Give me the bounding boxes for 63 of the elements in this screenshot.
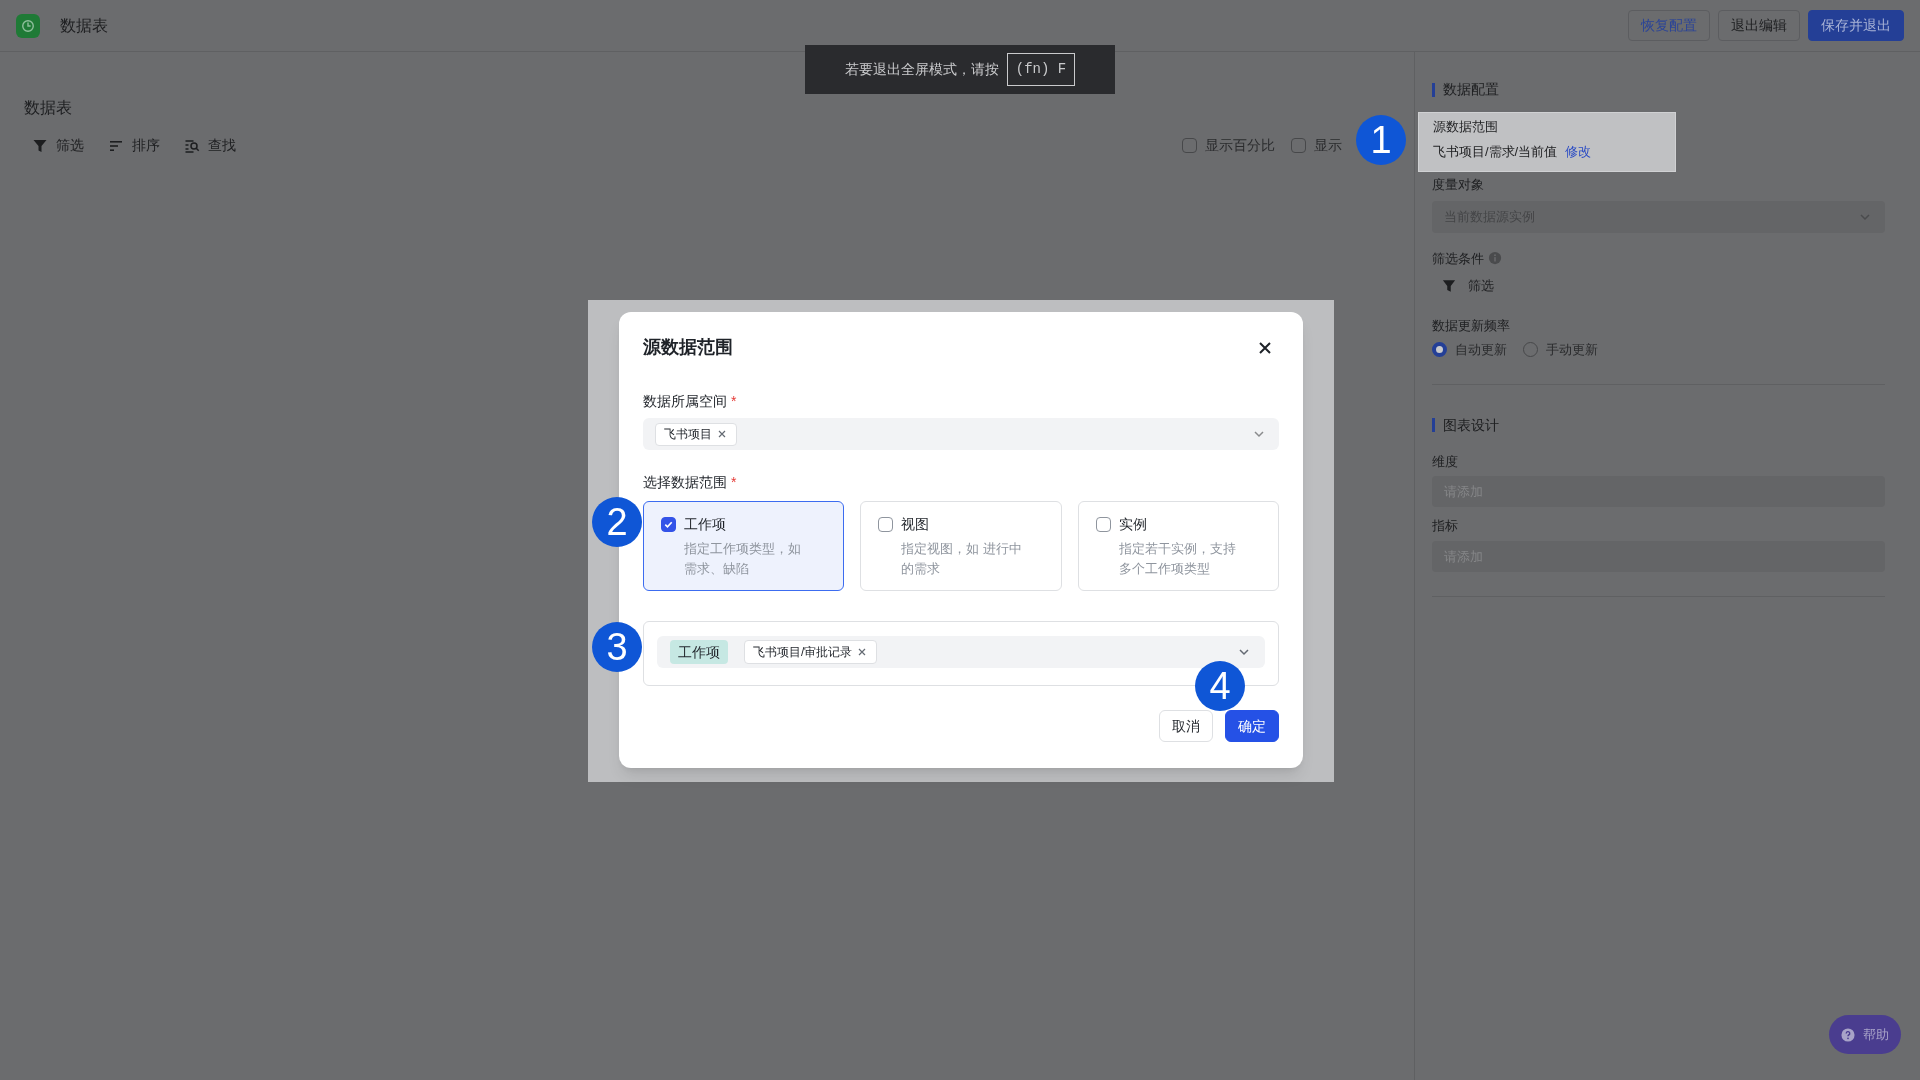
field-label: 数据所属空间 — [643, 392, 727, 411]
dialog-button[interactable]: 取消 — [1159, 710, 1213, 742]
toolbar-button[interactable]: 排序 — [108, 135, 160, 156]
radio-label: 手动更新 — [1546, 341, 1598, 359]
option-title: 工作项 — [684, 515, 726, 534]
field-label: 数据更新频率 — [1432, 316, 1511, 335]
required-mark: * — [731, 473, 737, 492]
dialog-button[interactable]: 确定 — [1225, 710, 1279, 742]
scope-option-card[interactable]: 实例 指定若干实例，支持多个工作项类型 — [1077, 501, 1279, 591]
section-marker — [1432, 82, 1435, 97]
section-title: 图表设计 — [1443, 415, 1499, 435]
checkbox[interactable] — [1291, 138, 1306, 153]
dialog-title: 源数据范围 — [643, 336, 733, 359]
type-tag: 工作项 — [670, 640, 728, 664]
scope-option-card[interactable]: 工作项 指定工作项类型，如需求、缺陷 — [643, 501, 845, 591]
checkbox[interactable] — [1095, 517, 1111, 532]
filter-icon — [1442, 278, 1456, 293]
remove-icon[interactable] — [716, 428, 728, 440]
section-title: 数据配置 — [1443, 80, 1499, 99]
field-label: 维度 — [1432, 452, 1459, 471]
info-icon — [1488, 251, 1502, 266]
option-label: 显示 — [1314, 136, 1342, 155]
key-hint: (fn) F — [1006, 53, 1076, 86]
radio-label: 自动更新 — [1455, 341, 1507, 359]
checkbox[interactable] — [661, 517, 676, 532]
app-logo — [16, 13, 40, 38]
field-label: 选择数据范围 — [643, 473, 727, 492]
checkbox[interactable] — [878, 517, 894, 532]
option-description: 指定视图，如 进行中的需求 — [901, 540, 1023, 578]
filter-button[interactable]: 筛选 — [1442, 276, 1494, 296]
toolbar-button[interactable]: 查找 — [184, 135, 236, 156]
field-label: 指标 — [1432, 517, 1459, 535]
option-label: 显示百分比 — [1205, 136, 1275, 155]
find-icon — [184, 137, 200, 154]
required-mark: * — [731, 392, 737, 411]
select-field[interactable]: 飞书项目 — [643, 418, 1279, 450]
toolbar-button[interactable]: 筛选 — [32, 135, 84, 156]
help-icon — [1841, 1027, 1855, 1042]
app-title: 数据表 — [60, 15, 108, 36]
filter-icon — [32, 137, 48, 154]
step-callout: 1 — [1356, 115, 1406, 165]
radio-button[interactable] — [1432, 342, 1447, 358]
option-description: 指定若干实例，支持多个工作项类型 — [1118, 540, 1237, 578]
help-button[interactable]: 帮助 — [1829, 1015, 1901, 1054]
field-label: 筛选条件 — [1432, 249, 1484, 268]
checkbox[interactable] — [1182, 138, 1197, 153]
option-title: 视图 — [901, 515, 930, 534]
tag: 飞书项目 — [655, 422, 737, 446]
header-button[interactable]: 保存并退出 — [1808, 10, 1904, 41]
hint-text: 若要退出全屏模式，请按 — [844, 60, 999, 79]
header-button[interactable]: 退出编辑 — [1718, 10, 1800, 41]
setting-label: 源数据范围 — [1433, 118, 1499, 136]
page-heading: 数据表 — [24, 98, 73, 118]
tag: 飞书项目/审批记录 — [744, 640, 878, 664]
scope-option-card[interactable]: 视图 指定视图，如 进行中的需求 — [860, 501, 1062, 591]
option-description: 指定工作项类型，如需求、缺陷 — [684, 540, 802, 578]
section-marker — [1432, 418, 1435, 432]
select-field[interactable]: 工作项 飞书项目/审批记录 — [657, 636, 1265, 668]
edit-link[interactable]: 修改 — [1565, 141, 1592, 161]
setting-value: 飞书项目/需求/当前值 — [1433, 142, 1558, 161]
field-label: 度量对象 — [1432, 176, 1485, 194]
option-title: 实例 — [1118, 515, 1147, 534]
check-icon — [663, 519, 674, 530]
